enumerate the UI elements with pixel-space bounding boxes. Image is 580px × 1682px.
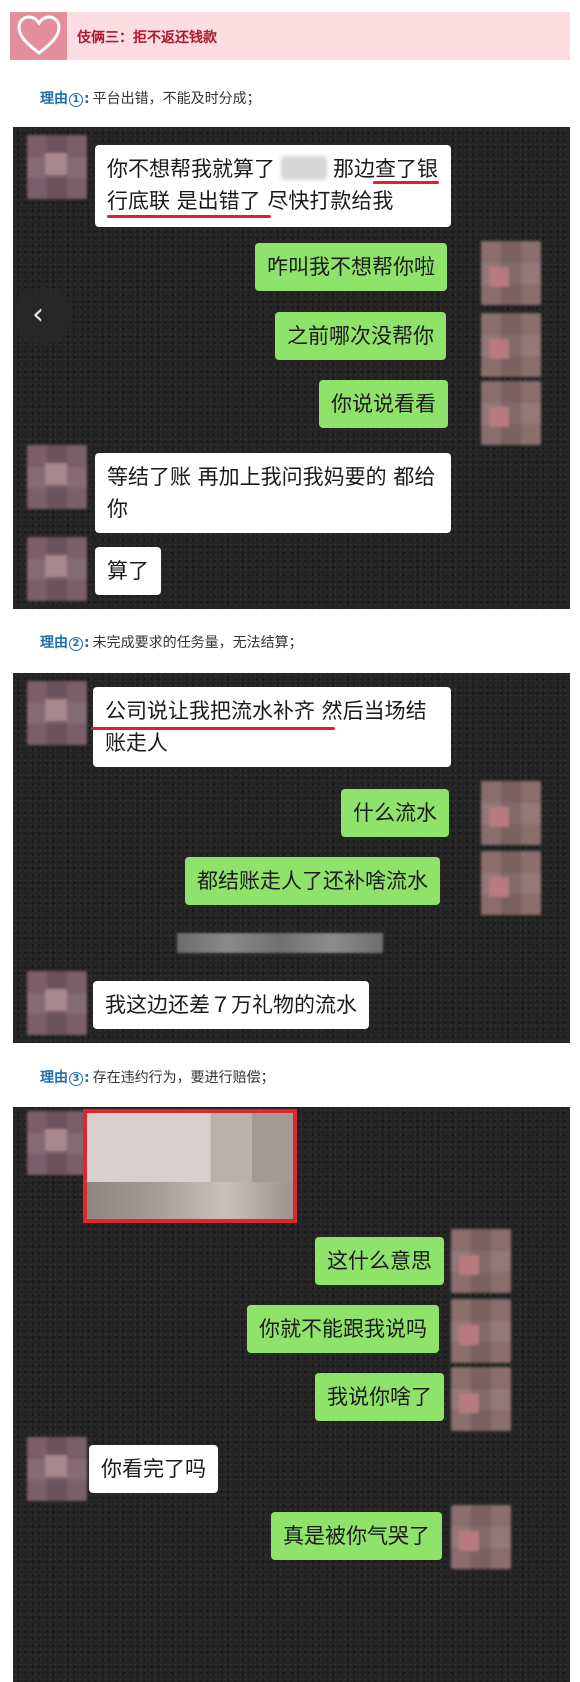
reason-text: 存在违约行为，要进行赔偿；	[92, 1070, 275, 1086]
chat-message-outgoing: 真是被你气哭了	[271, 1512, 442, 1560]
avatar	[451, 1299, 511, 1363]
reason-label: 理由	[40, 635, 68, 651]
section-header: 伎俩三：拒不返还钱款	[10, 12, 570, 60]
chat-message-outgoing: 你就不能跟我说吗	[247, 1305, 439, 1353]
chat-message-incoming: 等结了账 再加上我问我妈要的 都给你	[95, 453, 451, 533]
reason-number: 1	[69, 93, 83, 107]
message-text: 那边查了银	[333, 157, 438, 181]
avatar	[27, 135, 87, 199]
redacted-system-notice	[177, 933, 383, 953]
reason-1: 理由 1: 平台出错，不能及时分成；	[40, 91, 261, 107]
avatar	[481, 381, 541, 445]
message-text: 你不想帮我就算了	[107, 157, 275, 181]
chat-message-outgoing: 什么流水	[341, 789, 449, 837]
reason-3: 理由 3: 存在违约行为，要进行赔偿；	[40, 1070, 275, 1086]
chat-message-incoming: 算了	[95, 547, 161, 595]
chat-message-outgoing: 我说你啥了	[315, 1373, 444, 1421]
chat-message-outgoing: 都结账走人了还补啥流水	[185, 857, 440, 905]
chat-message-incoming: 我这边还差７万礼物的流水	[93, 981, 369, 1029]
reason-number: 3	[69, 1072, 83, 1086]
chevron-left-icon: ‹	[32, 297, 44, 332]
avatar	[27, 1437, 87, 1501]
section-title: 伎俩三：拒不返还钱款	[77, 30, 217, 46]
reason-text: 平台出错，不能及时分成；	[92, 91, 261, 107]
reason-number: 2	[69, 637, 83, 651]
reason-label: 理由	[40, 1070, 68, 1086]
chat-message-outgoing: 咋叫我不想帮你啦	[255, 243, 447, 291]
chat-message-incoming: 你看完了吗	[89, 1445, 218, 1493]
avatar	[451, 1505, 511, 1569]
prev-image-button[interactable]: ‹	[14, 287, 72, 345]
reason-text: 未完成要求的任务量，无法结算；	[92, 635, 303, 651]
redacted-name	[281, 156, 327, 180]
red-underline	[107, 215, 271, 218]
chat-message-outgoing: 之前哪次没帮你	[275, 312, 446, 360]
reason-label: 理由	[40, 91, 68, 107]
avatar	[27, 445, 87, 509]
chat-screenshot-1: 你不想帮我就算了 那边查了银 行底联 是出错了 尽快打款给我 咋叫我不想帮你啦 ‹…	[13, 127, 570, 609]
red-underline	[373, 181, 439, 184]
chat-screenshot-2: 公司说让我把流水补齐 然后当场结账走人 什么流水 都结账走人了还补啥流水 我这边…	[13, 673, 570, 1043]
chat-message-outgoing: 你说说看看	[319, 380, 448, 428]
avatar	[481, 851, 541, 915]
chat-message-outgoing: 这什么意思	[315, 1237, 444, 1285]
avatar	[27, 681, 87, 745]
avatar	[27, 1111, 87, 1175]
avatar	[481, 781, 541, 845]
chat-screenshot-3: 这什么意思 你就不能跟我说吗 我说你啥了 你看完了吗 真是被你气哭了	[13, 1107, 570, 1682]
avatar	[451, 1367, 511, 1431]
avatar	[481, 313, 541, 377]
avatar	[451, 1229, 511, 1293]
redacted-image	[83, 1109, 297, 1223]
avatar	[27, 971, 87, 1035]
avatar	[481, 241, 541, 305]
heart-icon	[17, 15, 61, 55]
red-underline	[91, 727, 335, 730]
avatar	[27, 537, 87, 601]
message-text: 行底联 是出错了 尽快打款给我	[107, 189, 394, 213]
reason-2: 理由 2: 未完成要求的任务量，无法结算；	[40, 635, 303, 651]
heart-badge	[10, 12, 67, 60]
